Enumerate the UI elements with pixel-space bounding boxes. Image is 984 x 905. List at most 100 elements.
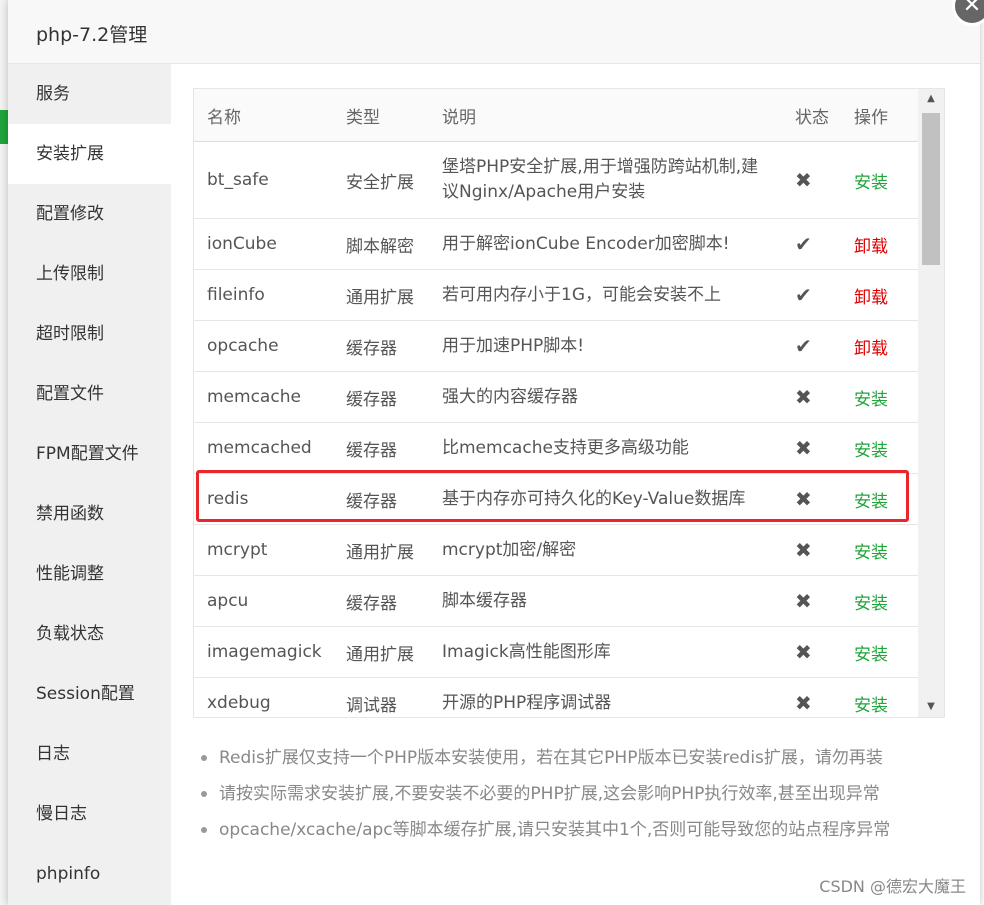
- extension-type: 通用扩展: [333, 626, 429, 678]
- note-item: opcache/xcache/apc等脚本缓存扩展,请只安装其中1个,否则可能导…: [193, 812, 983, 848]
- extension-description: 开源的PHP程序调试器: [429, 677, 782, 717]
- background-page-strip: [0, 0, 8, 905]
- sidebar-item-performance[interactable]: 性能调整: [8, 544, 171, 604]
- dialog-title-bar: php-7.2管理: [8, 0, 980, 64]
- sidebar-item-config-edit[interactable]: 配置修改: [8, 184, 171, 244]
- table-row: xdebug 调试器 开源的PHP程序调试器 ✖ 安装: [194, 677, 918, 717]
- scroll-up-arrow-icon[interactable]: ▲: [918, 89, 944, 109]
- not-installed-icon: ✖: [782, 371, 841, 423]
- watermark: CSDN @德宏大魔王: [819, 877, 966, 896]
- column-header-name: 名称: [194, 89, 333, 142]
- table-row-redis: redis 缓存器 基于内存亦可持久化的Key-Value数据库 ✖ 安装: [194, 473, 918, 525]
- extension-name: memcache: [194, 371, 333, 423]
- extension-description: 强大的内容缓存器: [429, 371, 782, 423]
- notes-list: Redis扩展仅支持一个PHP版本安装使用，若在其它PHP版本已安装redis扩…: [193, 740, 983, 848]
- sidebar-item-session-config[interactable]: Session配置: [8, 664, 171, 724]
- extension-description: 基于内存亦可持久化的Key-Value数据库: [429, 473, 782, 525]
- table-row: mcrypt 通用扩展 mcrypt加密/解密 ✖ 安装: [194, 524, 918, 576]
- extension-name: xdebug: [194, 677, 333, 717]
- extension-type: 缓存器: [333, 320, 429, 372]
- table-row: memcache 缓存器 强大的内容缓存器 ✖ 安装: [194, 371, 918, 423]
- table-row: opcache 缓存器 用于加速PHP脚本! ✔ 卸载: [194, 320, 918, 372]
- extensions-table-wrapper: 名称 类型 说明 状态 操作 bt_safe 安全扩展 堡塔PHP安全扩展,用于…: [193, 88, 945, 718]
- extension-type: 缓存器: [333, 422, 429, 474]
- column-header-action: 操作: [841, 89, 918, 142]
- table-row: memcached 缓存器 比memcache支持更多高级功能 ✖ 安装: [194, 422, 918, 474]
- sidebar-item-log[interactable]: 日志: [8, 724, 171, 784]
- extension-description: 比memcache支持更多高级功能: [429, 422, 782, 474]
- not-installed-icon: ✖: [782, 626, 841, 678]
- extension-type: 缓存器: [333, 371, 429, 423]
- not-installed-icon: ✖: [782, 524, 841, 576]
- extension-description: 用于加速PHP脚本!: [429, 320, 782, 372]
- installed-check-icon: ✔: [782, 218, 841, 270]
- extension-name: imagemagick: [194, 626, 333, 678]
- install-link[interactable]: 安装: [841, 422, 918, 474]
- extension-description: 若可用内存小于1G，可能会安装不上: [429, 269, 782, 321]
- install-link[interactable]: 安装: [841, 141, 918, 219]
- php-manager-dialog: php-7.2管理 ✕ 服务 安装扩展 配置修改 上传限制 超时限制 配置文件 …: [8, 0, 984, 905]
- uninstall-link[interactable]: 卸载: [841, 320, 918, 372]
- sidebar-item-upload-limit[interactable]: 上传限制: [8, 244, 171, 304]
- extensions-table: 名称 类型 说明 状态 操作 bt_safe 安全扩展 堡塔PHP安全扩展,用于…: [194, 89, 918, 717]
- sidebar-item-disabled-functions[interactable]: 禁用函数: [8, 484, 171, 544]
- not-installed-icon: ✖: [782, 141, 841, 219]
- not-installed-icon: ✖: [782, 575, 841, 627]
- extension-description: Imagick高性能图形库: [429, 626, 782, 678]
- table-row: bt_safe 安全扩展 堡塔PHP安全扩展,用于增强防跨站机制,建议Nginx…: [194, 141, 918, 219]
- sidebar: 服务 安装扩展 配置修改 上传限制 超时限制 配置文件 FPM配置文件 禁用函数…: [8, 64, 171, 905]
- extension-type: 调试器: [333, 677, 429, 717]
- sidebar-item-phpinfo[interactable]: phpinfo: [8, 844, 171, 904]
- install-link[interactable]: 安装: [841, 371, 918, 423]
- extension-name: opcache: [194, 320, 333, 372]
- scroll-down-arrow-icon[interactable]: ▼: [918, 697, 944, 717]
- install-link[interactable]: 安装: [841, 575, 918, 627]
- sidebar-item-timeout-limit[interactable]: 超时限制: [8, 304, 171, 364]
- sidebar-item-install-extension[interactable]: 安装扩展: [8, 124, 171, 184]
- extension-name: apcu: [194, 575, 333, 627]
- extension-description: 用于解密ionCube Encoder加密脚本!: [429, 218, 782, 270]
- not-installed-icon: ✖: [782, 422, 841, 474]
- installed-check-icon: ✔: [782, 269, 841, 321]
- extension-description: 脚本缓存器: [429, 575, 782, 627]
- installed-check-icon: ✔: [782, 320, 841, 372]
- extension-description: mcrypt加密/解密: [429, 524, 782, 576]
- sidebar-item-config-file[interactable]: 配置文件: [8, 364, 171, 424]
- background-active-marker: [0, 110, 8, 144]
- content-area: 名称 类型 说明 状态 操作 bt_safe 安全扩展 堡塔PHP安全扩展,用于…: [171, 64, 980, 905]
- extension-type: 脚本解密: [333, 218, 429, 270]
- note-item: Redis扩展仅支持一个PHP版本安装使用，若在其它PHP版本已安装redis扩…: [193, 740, 983, 776]
- extension-type: 通用扩展: [333, 524, 429, 576]
- extension-type: 缓存器: [333, 473, 429, 525]
- extension-name: ionCube: [194, 218, 333, 270]
- table-row: imagemagick 通用扩展 Imagick高性能图形库 ✖ 安装: [194, 626, 918, 678]
- column-header-type: 类型: [333, 89, 429, 142]
- install-link[interactable]: 安装: [841, 677, 918, 717]
- extension-description: 堡塔PHP安全扩展,用于增强防跨站机制,建议Nginx/Apache用户安装: [429, 141, 782, 219]
- extension-name: redis: [194, 473, 333, 525]
- extension-type: 缓存器: [333, 575, 429, 627]
- extension-type: 安全扩展: [333, 141, 429, 219]
- note-item: 请按实际需求安装扩展,不要安装不必要的PHP扩展,这会影响PHP执行效率,甚至出…: [193, 776, 983, 812]
- install-link[interactable]: 安装: [841, 473, 918, 525]
- install-link[interactable]: 安装: [841, 626, 918, 678]
- sidebar-item-service[interactable]: 服务: [8, 64, 171, 124]
- not-installed-icon: ✖: [782, 473, 841, 525]
- column-header-status: 状态: [782, 89, 841, 142]
- extension-name: fileinfo: [194, 269, 333, 321]
- uninstall-link[interactable]: 卸载: [841, 269, 918, 321]
- table-row: fileinfo 通用扩展 若可用内存小于1G，可能会安装不上 ✔ 卸载: [194, 269, 918, 321]
- install-link[interactable]: 安装: [841, 524, 918, 576]
- extension-name: bt_safe: [194, 141, 333, 219]
- sidebar-item-load-status[interactable]: 负载状态: [8, 604, 171, 664]
- sidebar-item-slow-log[interactable]: 慢日志: [8, 784, 171, 844]
- extension-type: 通用扩展: [333, 269, 429, 321]
- scroll-thumb[interactable]: [922, 113, 940, 265]
- uninstall-link[interactable]: 卸载: [841, 218, 918, 270]
- not-installed-icon: ✖: [782, 677, 841, 717]
- extension-name: mcrypt: [194, 524, 333, 576]
- table-scrollbar[interactable]: ▲ ▼: [918, 89, 944, 717]
- sidebar-item-fpm-config[interactable]: FPM配置文件: [8, 424, 171, 484]
- column-header-description: 说明: [429, 89, 782, 142]
- table-row: ionCube 脚本解密 用于解密ionCube Encoder加密脚本! ✔ …: [194, 218, 918, 270]
